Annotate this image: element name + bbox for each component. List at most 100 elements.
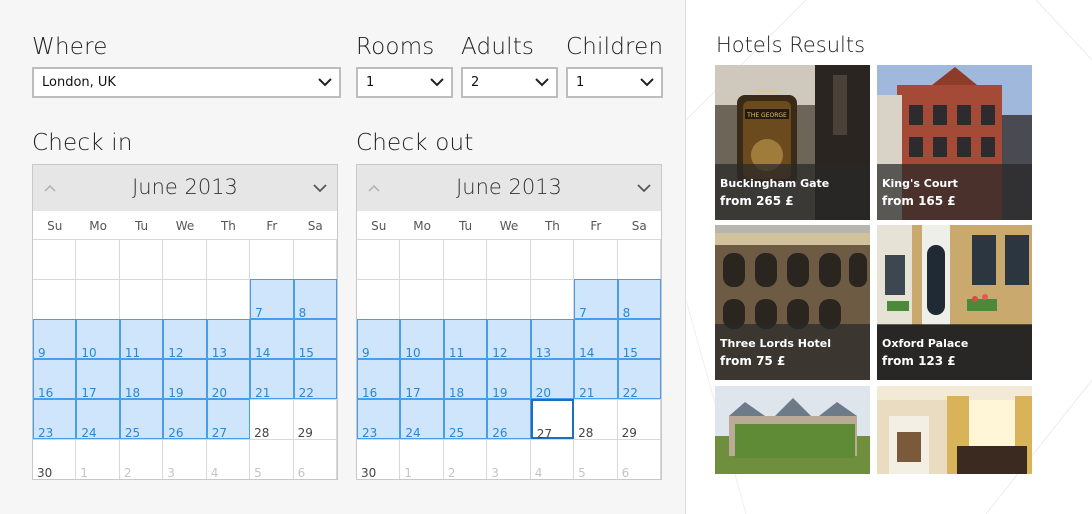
calendar-day[interactable]: 4 <box>530 439 575 480</box>
calendar-day[interactable]: 8 <box>617 279 661 320</box>
calendar-day[interactable]: 19 <box>163 359 207 400</box>
calendar-day[interactable]: 27 <box>206 399 251 440</box>
calendar-grid: 7 8 9 10 11 12 13 14 15 16 17 18 19 20 21 22 23 24 25 26 27 2… <box>357 239 661 480</box>
calendar-day[interactable] <box>76 279 120 319</box>
hotel-tile[interactable]: THE GEORGE EST 1807 Buckingham Gate from… <box>715 65 870 220</box>
children-select[interactable]: 1 <box>566 67 663 98</box>
calendar-day[interactable]: 15 <box>617 319 661 360</box>
calendar-day[interactable]: 29 <box>293 399 337 440</box>
calendar-day[interactable]: 8 <box>293 279 337 320</box>
calendar-day[interactable]: 25 <box>443 399 488 440</box>
hotel-tile[interactable]: Oxford Palace from 123 £ <box>877 225 1032 380</box>
calendar-day[interactable] <box>530 279 575 319</box>
calendar-day[interactable]: 9 <box>357 319 401 360</box>
hotel-tile[interactable] <box>877 386 1032 474</box>
calendar-day[interactable]: 23 <box>33 399 77 440</box>
calendar-day[interactable]: 19 <box>487 359 531 400</box>
calendar-day[interactable]: 3 <box>163 439 207 480</box>
calendar-day[interactable]: 23 <box>357 399 401 440</box>
calendar-day[interactable]: 11 <box>443 319 488 360</box>
calendar-day[interactable] <box>119 279 164 319</box>
calendar-day[interactable]: 26 <box>163 399 207 440</box>
calendar-day[interactable] <box>33 279 77 319</box>
calendar-day[interactable]: 29 <box>617 399 661 440</box>
chevron-down-icon[interactable] <box>637 183 651 193</box>
calendar-day[interactable]: 16 <box>357 359 401 400</box>
calendar-day[interactable] <box>357 239 401 279</box>
calendar-day[interactable]: 5 <box>250 439 294 480</box>
calendar-day[interactable] <box>487 239 531 279</box>
hotel-tile[interactable]: Three Lords Hotel from 75 £ <box>715 225 870 380</box>
calendar-day[interactable]: 27 <box>530 399 575 441</box>
calendar-day[interactable]: 24 <box>400 399 444 440</box>
calendar-day[interactable] <box>400 239 444 279</box>
calendar-day[interactable] <box>33 239 77 279</box>
calendar-day[interactable] <box>119 239 164 279</box>
calendar-day[interactable]: 13 <box>530 319 575 360</box>
calendar-day[interactable] <box>487 279 531 319</box>
calendar-day[interactable]: 20 <box>206 359 251 400</box>
rooms-select[interactable]: 1 <box>356 67 453 98</box>
calendar-day[interactable]: 14 <box>250 319 294 360</box>
calendar-day[interactable]: 6 <box>293 439 337 480</box>
adults-select[interactable]: 2 <box>461 67 558 98</box>
calendar-day[interactable]: 16 <box>33 359 77 400</box>
calendar-day[interactable]: 12 <box>163 319 207 360</box>
calendar-day[interactable]: 18 <box>443 359 488 400</box>
calendar-day[interactable]: 17 <box>400 359 444 400</box>
calendar-day[interactable]: 4 <box>206 439 251 480</box>
calendar-day[interactable] <box>443 239 488 279</box>
chevron-down-icon[interactable] <box>313 183 327 193</box>
calendar-day[interactable]: 7 <box>574 279 618 320</box>
calendar-day[interactable] <box>357 279 401 319</box>
calendar-day[interactable] <box>163 239 207 279</box>
calendar-day[interactable]: 10 <box>400 319 444 360</box>
calendar-day[interactable]: 20 <box>530 359 575 400</box>
calendar-day[interactable]: 17 <box>76 359 120 400</box>
calendar-day[interactable]: 5 <box>574 439 618 480</box>
calendar-day[interactable]: 30 <box>357 439 401 480</box>
calendar-day[interactable]: 1 <box>76 439 120 480</box>
calendar-day[interactable]: 24 <box>76 399 120 440</box>
calendar-day[interactable]: 10 <box>76 319 120 360</box>
calendar-day[interactable]: 3 <box>487 439 531 480</box>
calendar-day[interactable]: 22 <box>617 359 661 400</box>
calendar-day[interactable] <box>76 239 120 279</box>
calendar-day[interactable] <box>443 279 488 319</box>
calendar-day[interactable]: 2 <box>443 439 488 480</box>
calendar-day[interactable]: 9 <box>33 319 77 360</box>
where-select[interactable]: London, UK <box>32 67 341 98</box>
calendar-day[interactable] <box>293 239 337 279</box>
calendar-day[interactable] <box>206 279 251 319</box>
calendar-day[interactable] <box>574 239 618 279</box>
hotel-tile[interactable] <box>715 386 870 474</box>
weekday-label: Su <box>371 219 387 233</box>
calendar-day[interactable]: 11 <box>119 319 164 360</box>
calendar-day[interactable]: 28 <box>574 399 618 440</box>
calendar-day[interactable] <box>530 239 575 279</box>
calendar-day[interactable]: 25 <box>119 399 164 440</box>
calendar-day[interactable]: 13 <box>206 319 251 360</box>
calendar-day[interactable]: 2 <box>119 439 164 480</box>
calendar-day[interactable]: 30 <box>33 439 77 480</box>
calendar-day[interactable]: 21 <box>250 359 294 400</box>
calendar-day[interactable] <box>250 239 294 279</box>
chevron-down-icon <box>430 78 444 87</box>
calendar-day[interactable]: 26 <box>487 399 531 440</box>
calendar-day[interactable]: 28 <box>250 399 294 440</box>
calendar-day[interactable] <box>400 279 444 319</box>
calendar-day[interactable]: 6 <box>617 439 661 480</box>
calendar-day[interactable] <box>617 239 661 279</box>
hotel-tile[interactable]: King's Court from 165 £ <box>877 65 1032 220</box>
calendar-day[interactable]: 15 <box>293 319 337 360</box>
calendar-day[interactable]: 18 <box>119 359 164 400</box>
calendar-day[interactable]: 21 <box>574 359 618 400</box>
calendar-day[interactable] <box>163 279 207 319</box>
calendar-day[interactable]: 7 <box>250 279 294 320</box>
calendar-day[interactable]: 12 <box>487 319 531 360</box>
calendar-day[interactable]: 22 <box>293 359 337 400</box>
calendar-day[interactable]: 14 <box>574 319 618 360</box>
chevron-down-icon <box>640 78 654 87</box>
calendar-day[interactable]: 1 <box>400 439 444 480</box>
calendar-day[interactable] <box>206 239 251 279</box>
